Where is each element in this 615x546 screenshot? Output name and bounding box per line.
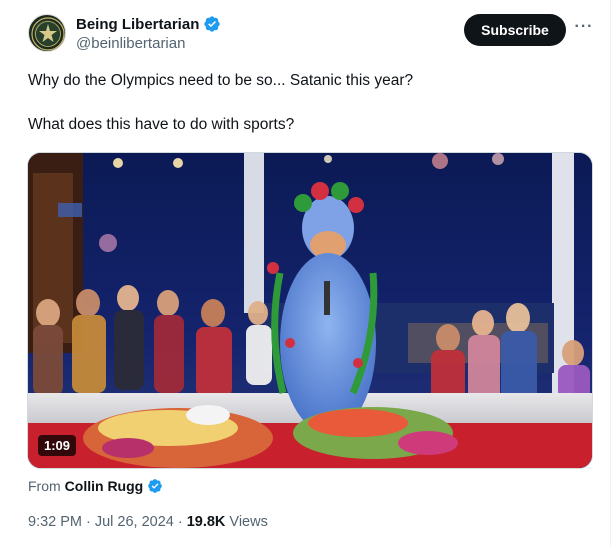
source-author-link[interactable]: Collin Rugg [65, 478, 144, 494]
timeline-border [610, 0, 611, 546]
video-thumbnail [28, 153, 592, 468]
video-player[interactable]: 1:09 [27, 152, 593, 469]
verified-badge-icon [204, 16, 221, 32]
more-options-icon[interactable]: ··· [574, 19, 594, 40]
tweet-date[interactable]: Jul 26, 2024 [95, 514, 174, 530]
verified-badge-icon [148, 479, 163, 493]
author-info: Being Libertarian @beinlibertarian [76, 14, 221, 52]
tweet-time[interactable]: 9:32 PM [28, 514, 82, 530]
author-name-row: Being Libertarian [76, 14, 221, 34]
source-attribution: From Collin Rugg [28, 476, 163, 496]
video-duration-badge: 1:09 [38, 435, 77, 456]
author-display-name[interactable]: Being Libertarian [76, 16, 199, 33]
tweet-text: Why do the Olympics need to be so... Sat… [28, 70, 588, 158]
avatar[interactable] [28, 14, 66, 52]
subscribe-button[interactable]: Subscribe [464, 14, 566, 46]
tweet-metadata: 9:32 PM · Jul 26, 2024 · 19.8K Views [28, 512, 268, 532]
tweet-paragraph: Why do the Olympics need to be so... Sat… [28, 72, 414, 89]
author-handle[interactable]: @beinlibertarian [76, 35, 221, 52]
views-label: Views [229, 514, 268, 530]
separator: · [86, 514, 91, 530]
separator: · [177, 514, 183, 530]
avatar-emblem-icon [31, 17, 65, 51]
from-label: From [28, 478, 61, 494]
tweet-paragraph: What does this have to do with sports? [28, 116, 295, 133]
tweet-header: Being Libertarian @beinlibertarian Subsc… [28, 12, 598, 56]
views-count: 19.8K [186, 514, 226, 530]
